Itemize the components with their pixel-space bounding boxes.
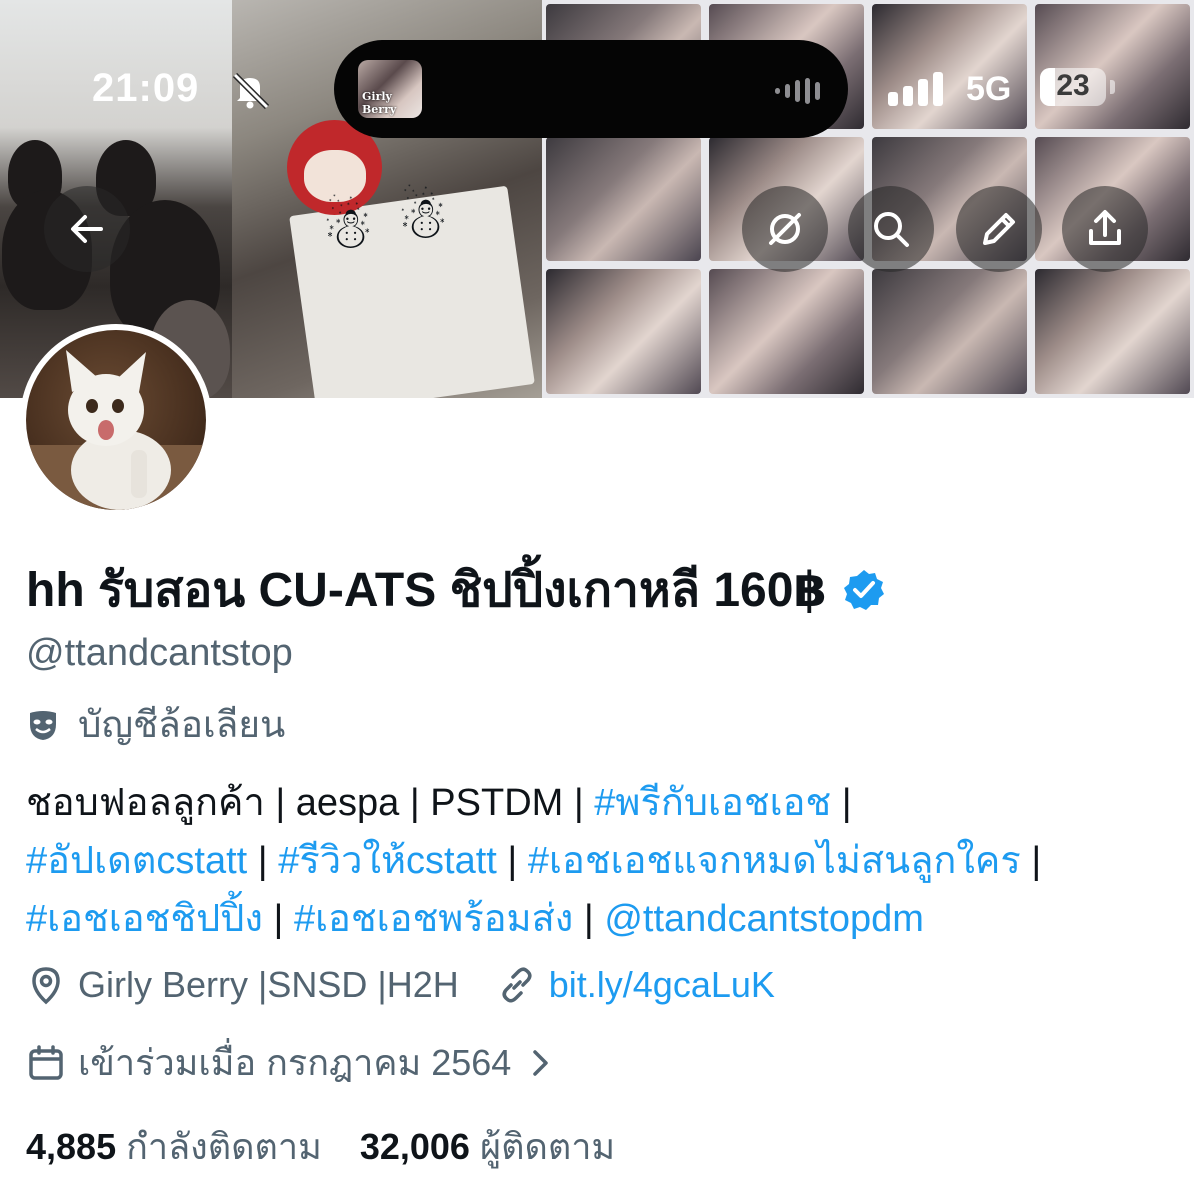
location-pin-icon — [32, 967, 60, 1005]
bio-line-1: ชอบฟอลลูกค้า | aespa | PSTDM | #พรีกับเอ… — [26, 774, 1176, 832]
hashtag-link[interactable]: #อัปเดตcstatt — [26, 840, 247, 882]
share-button[interactable] — [1062, 186, 1148, 272]
bio-separator: | — [262, 898, 294, 940]
hashtag-link[interactable]: #เอชเอชพร้อมส่ง — [294, 898, 573, 940]
followers-label: ผู้ติดตาม — [479, 1126, 616, 1167]
website-link[interactable]: bit.ly/4gcaLuK — [549, 964, 775, 1006]
pencil-icon — [983, 213, 1015, 245]
profile-bio: ชอบฟอลลูกค้า | aespa | PSTDM | #พรีกับเอ… — [26, 774, 1176, 948]
hashtag-link[interactable]: #เอชเอชแจกหมดไม่สนลูกใคร — [528, 840, 1021, 882]
bio-separator: | — [496, 840, 528, 882]
back-button[interactable] — [44, 186, 130, 272]
joined-date: เข้าร่วมเมื่อ กรกฎาคม 2564 — [78, 1042, 512, 1083]
bio-separator: | — [573, 898, 605, 940]
theater-mask-icon — [30, 710, 56, 740]
signal-strength-icon — [888, 68, 943, 106]
follow-stats: 4,885 กำลังติดตาม 32,006 ผู้ติดตาม — [26, 1118, 615, 1175]
following-count: 4,885 — [26, 1126, 117, 1167]
bio-separator: | — [247, 840, 279, 882]
hashtag-link[interactable]: #เอชเอชชิปปิ้ง — [26, 898, 263, 940]
search-icon — [874, 212, 909, 247]
bio-line-2: #อัปเดตcstatt | #รีวิวให้cstatt | #เอชเอ… — [26, 832, 1176, 890]
thumbnail-caption: Girly Berry — [362, 90, 397, 116]
following-stat[interactable]: 4,885 กำลังติดตาม — [26, 1118, 322, 1175]
user-handle: @ttandcantstop — [26, 632, 293, 674]
audio-wave-icon — [775, 78, 820, 104]
battery-icon: 23 — [1040, 68, 1106, 106]
following-label: กำลังติดตาม — [126, 1126, 322, 1167]
profile-meta-row: Girly Berry |SNSD |H2H bit.ly/4gcaLuK — [26, 964, 775, 1006]
bio-separator: | — [1020, 840, 1042, 882]
hashtag-link[interactable]: #รีวิวให้cstatt — [278, 840, 497, 882]
search-button[interactable] — [848, 186, 934, 272]
location-text: Girly Berry |SNSD |H2H — [78, 964, 459, 1005]
calendar-icon — [29, 1044, 63, 1080]
status-time: 21:09 — [92, 66, 200, 110]
bio-separator: | — [831, 782, 852, 824]
link-icon — [502, 967, 532, 1003]
battery-cap — [1110, 80, 1115, 94]
dynamic-island[interactable]: Girly Berry — [334, 40, 848, 138]
display-name-row: hh รับสอน CU-ATS ชิปปิ้งเกาหลี 160฿ — [26, 552, 887, 628]
avatar-image-cat — [26, 330, 206, 510]
bio-line-3: #เอชเอชชิปปิ้ง | #เอชเอชพร้อมส่ง | @ttan… — [26, 890, 1176, 948]
profile-avatar[interactable] — [20, 324, 212, 516]
grok-icon — [769, 213, 801, 245]
display-name: hh รับสอน CU-ATS ชิปปิ้งเกาหลี 160฿ — [26, 564, 827, 617]
verified-badge-icon[interactable] — [841, 567, 887, 613]
followers-stat[interactable]: 32,006 ผู้ติดตาม — [360, 1118, 615, 1175]
mention-link[interactable]: @ttandcantstopdm — [604, 898, 924, 940]
share-icon — [1089, 210, 1121, 245]
followers-count: 32,006 — [359, 1126, 470, 1167]
hashtag-link[interactable]: #พรีกับเอชเอช — [594, 782, 831, 824]
snowman-icon: ☃ — [397, 186, 449, 251]
bio-text: ชอบฟอลลูกค้า | aespa | PSTDM | — [26, 782, 595, 824]
now-playing-thumbnail: Girly Berry — [358, 60, 422, 118]
grok-button[interactable] — [742, 186, 828, 272]
bell-slash-icon — [232, 72, 270, 110]
edit-button[interactable] — [956, 186, 1042, 272]
parody-label-row: บัญชีล้อเลียน — [26, 695, 285, 754]
snowman-icon: ☃ — [322, 196, 374, 261]
parody-label: บัญชีล้อเลียน — [78, 704, 286, 745]
battery-level: 23 — [1056, 69, 1090, 102]
arrow-left-icon — [71, 215, 103, 243]
joined-row[interactable]: เข้าร่วมเมื่อ กรกฎาคม 2564 — [26, 1034, 555, 1091]
network-type: 5G — [966, 70, 1012, 108]
chevron-right-icon — [533, 1049, 549, 1076]
